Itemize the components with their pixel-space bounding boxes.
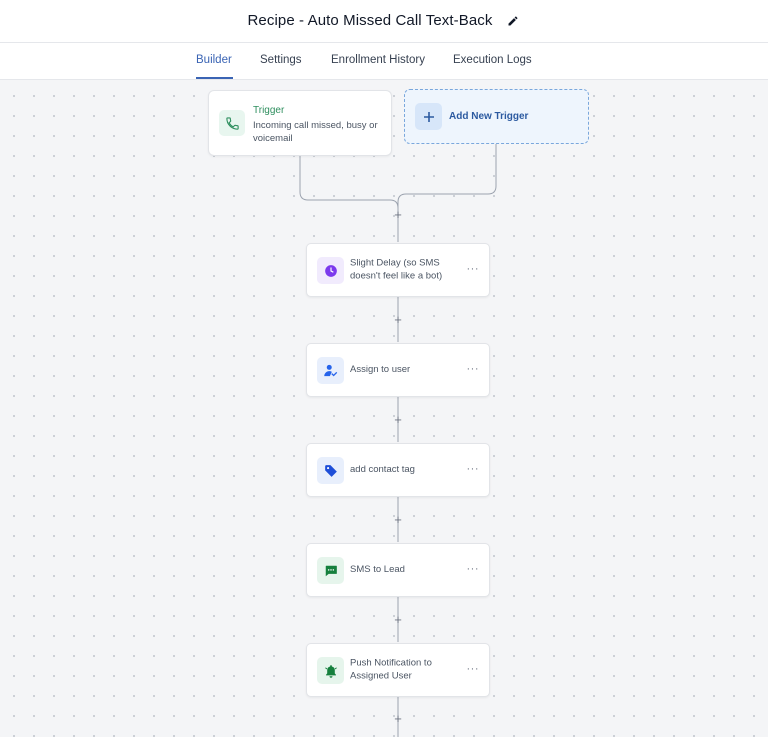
action-label: Assign to user	[350, 363, 411, 375]
trigger-card[interactable]: Trigger Incoming call missed, busy or vo…	[208, 90, 392, 156]
connector-lines	[299, 144, 497, 737]
tab-enrollment-history[interactable]: Enrollment History	[331, 54, 425, 66]
bell-icon	[324, 664, 337, 678]
action-node-push-notification[interactable]: Push Notification to Assigned User ···	[306, 643, 490, 697]
pencil-icon	[508, 15, 518, 25]
add-trigger-label: Add New Trigger	[449, 111, 529, 122]
more-options-icon[interactable]: ···	[467, 264, 480, 275]
more-options-icon[interactable]: ···	[467, 364, 480, 375]
action-label: Push Notification to Assigned User	[350, 657, 432, 682]
title-group: Recipe - Auto Missed Call Text-Back	[0, 12, 768, 29]
add-action-button[interactable]: +	[391, 712, 405, 726]
trigger-description: Incoming call missed, busy or voicemail	[253, 120, 378, 144]
action-node-sms-to-lead[interactable]: SMS to Lead ···	[306, 543, 490, 597]
more-options-icon[interactable]: ···	[467, 564, 480, 575]
add-trigger-icon-box	[415, 103, 442, 130]
sms-icon	[325, 565, 337, 576]
tab-settings[interactable]: Settings	[260, 54, 302, 66]
add-action-button[interactable]: +	[391, 513, 405, 527]
add-action-button[interactable]: +	[391, 413, 405, 427]
action-label: SMS to Lead	[350, 563, 405, 575]
add-action-button[interactable]: +	[391, 313, 405, 327]
clock-icon	[324, 264, 337, 277]
phone-icon	[225, 116, 239, 130]
tab-builder[interactable]: Builder	[196, 54, 232, 66]
tag-icon	[324, 464, 337, 477]
edit-title-button[interactable]	[505, 13, 521, 29]
workflow-header: Recipe - Auto Missed Call Text-Back	[0, 0, 768, 43]
add-action-button[interactable]: +	[391, 613, 405, 627]
add-new-trigger-button[interactable]: Add New Trigger	[404, 89, 589, 144]
action-label: add contact tag	[350, 463, 415, 475]
delay-icon-box	[317, 257, 344, 284]
tab-execution-logs[interactable]: Execution Logs	[453, 54, 532, 66]
action-node-assign-user[interactable]: Assign to user ···	[306, 343, 490, 397]
workflow-canvas[interactable]: Trigger Incoming call missed, busy or vo…	[0, 80, 768, 737]
action-node-add-tag[interactable]: add contact tag ···	[306, 443, 490, 497]
add-action-button[interactable]: +	[391, 208, 405, 222]
trigger-label: Trigger	[253, 105, 285, 116]
active-tab-indicator	[196, 77, 233, 79]
assign-icon-box	[317, 357, 344, 384]
sms-icon-box	[317, 557, 344, 584]
trigger-icon-box	[219, 110, 245, 136]
tag-icon-box	[317, 457, 344, 484]
assign-user-icon	[324, 364, 338, 377]
action-label: Slight Delay (so SMS doesn't feel like a…	[350, 257, 443, 282]
bell-icon-box	[317, 657, 344, 684]
plus-icon	[423, 111, 434, 122]
tab-bar: Builder Settings Enrollment History Exec…	[0, 43, 768, 80]
more-options-icon[interactable]: ···	[467, 464, 480, 475]
workflow-title: Recipe - Auto Missed Call Text-Back	[247, 12, 493, 29]
more-options-icon[interactable]: ···	[467, 664, 480, 675]
action-node-slight-delay[interactable]: Slight Delay (so SMS doesn't feel like a…	[306, 243, 490, 297]
